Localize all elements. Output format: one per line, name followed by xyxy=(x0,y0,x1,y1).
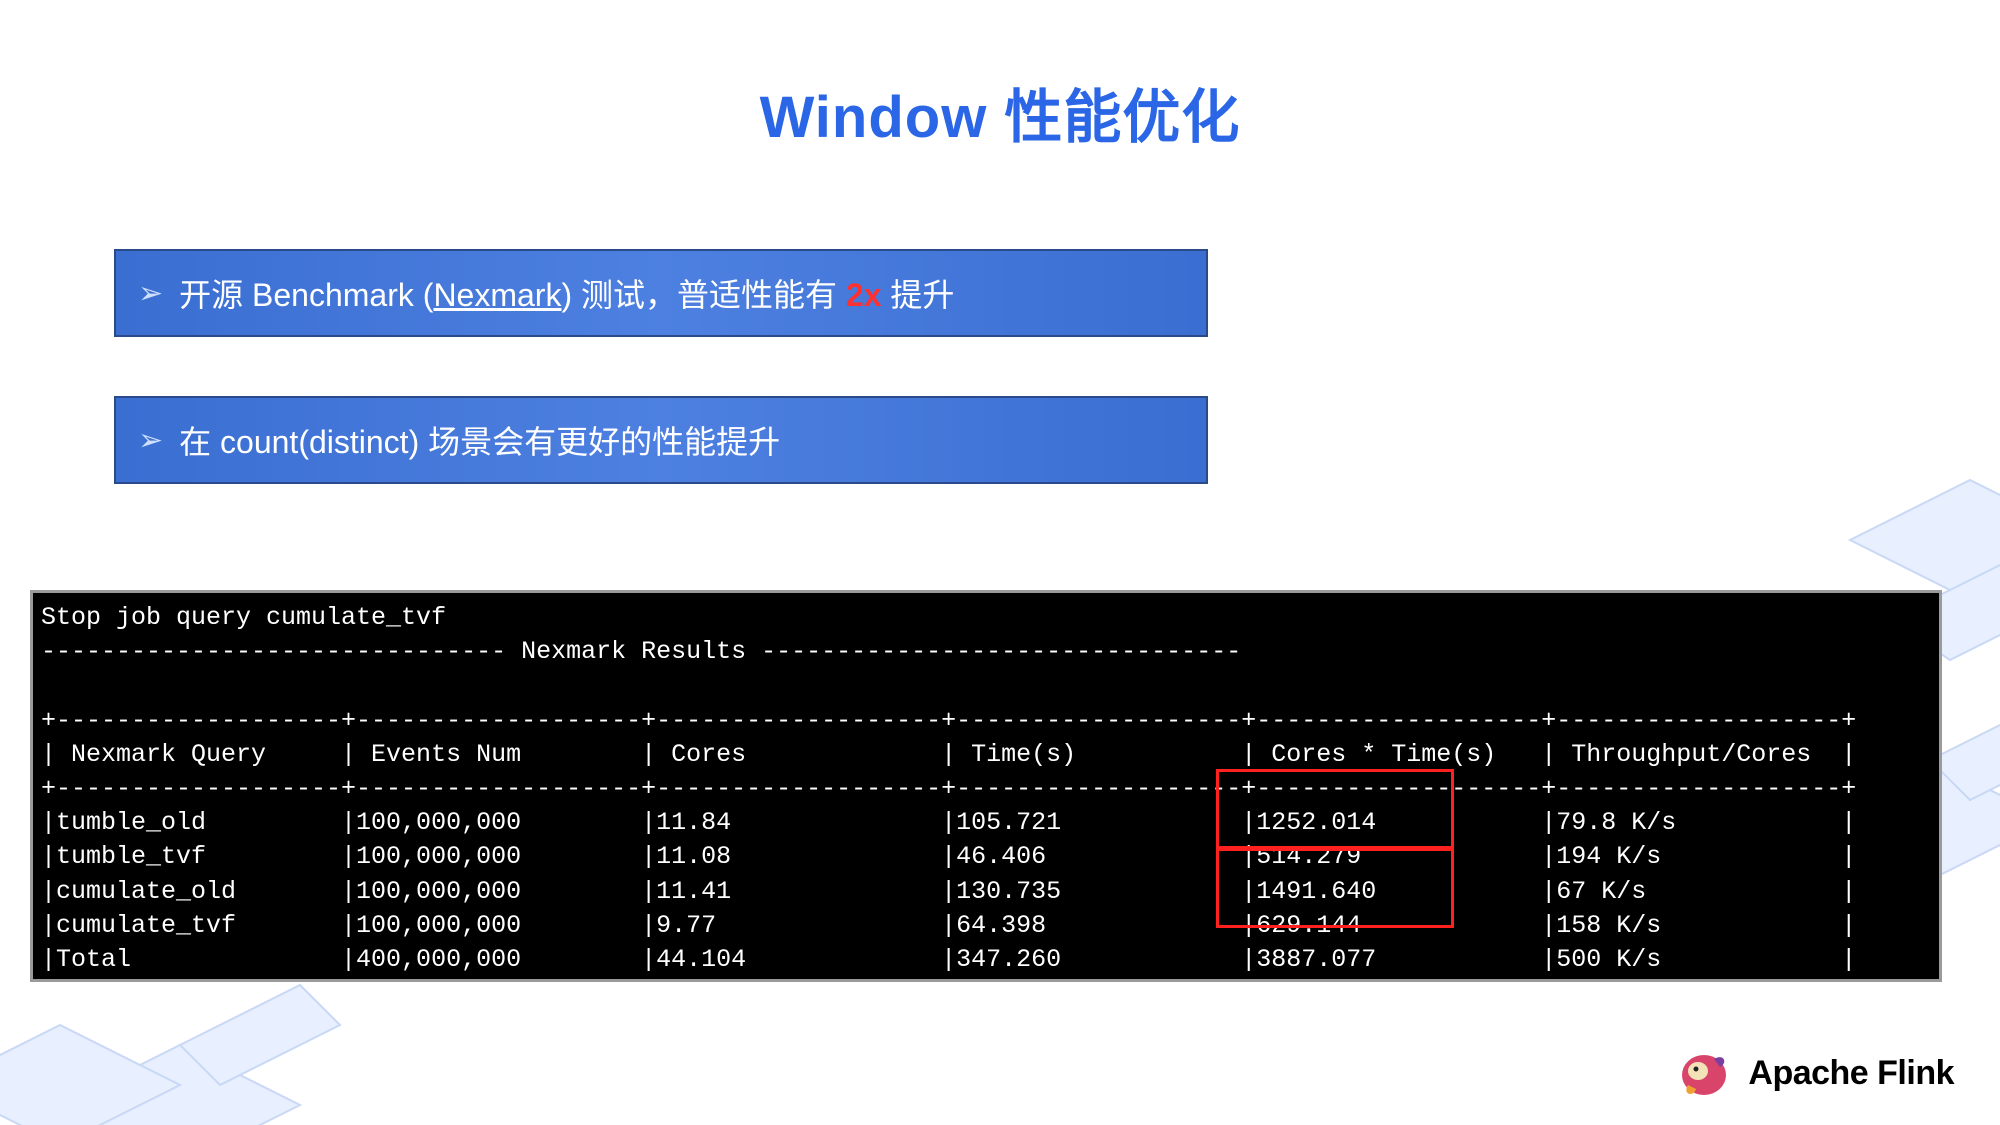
terminal-line: +-------------------+-------------------… xyxy=(41,979,1856,982)
bullet-1-text: 开源 Benchmark (Nexmark) 测试，普适性能有 2x 提升 xyxy=(179,270,954,316)
bullet-2-text: 在 count(distinct) 场景会有更好的性能提升 xyxy=(179,417,780,463)
brand-label: Apache Flink xyxy=(1748,1054,1954,1093)
chevron-right-icon: ➢ xyxy=(138,276,163,311)
footer-brand: Apache Flink xyxy=(1676,1045,1954,1101)
terminal-line: Stop job query cumulate_tvf xyxy=(41,603,446,632)
highlight-2x: 2x xyxy=(846,277,882,313)
nexmark-link[interactable]: Nexmark xyxy=(433,277,561,313)
terminal-data-row: |Total |400,000,000 |44.104 |347.260 |38… xyxy=(41,945,1856,974)
terminal-data-row: |cumulate_old |100,000,000 |11.41 |130.7… xyxy=(41,877,1856,906)
terminal-header-row: | Nexmark Query | Events Num | Cores | T… xyxy=(41,740,1856,769)
chevron-right-icon: ➢ xyxy=(138,423,163,458)
terminal-data-row: |cumulate_tvf |100,000,000 |9.77 |64.398… xyxy=(41,911,1856,940)
terminal-output: Stop job query cumulate_tvf ------------… xyxy=(30,590,1942,982)
terminal-line: +-------------------+-------------------… xyxy=(41,774,1856,803)
terminal-line: +-------------------+-------------------… xyxy=(41,706,1856,735)
slide-title: Window 性能优化 xyxy=(0,70,2000,154)
terminal-line: ------------------------------- Nexmark … xyxy=(41,637,1241,666)
bullet-point-1: ➢ 开源 Benchmark (Nexmark) 测试，普适性能有 2x 提升 xyxy=(114,249,1208,337)
terminal-data-row: |tumble_old |100,000,000 |11.84 |105.721… xyxy=(41,808,1856,837)
terminal-data-row: |tumble_tvf |100,000,000 |11.08 |46.406 … xyxy=(41,842,1856,871)
flink-logo-icon xyxy=(1676,1045,1732,1101)
bullet-point-2: ➢ 在 count(distinct) 场景会有更好的性能提升 xyxy=(114,396,1208,484)
